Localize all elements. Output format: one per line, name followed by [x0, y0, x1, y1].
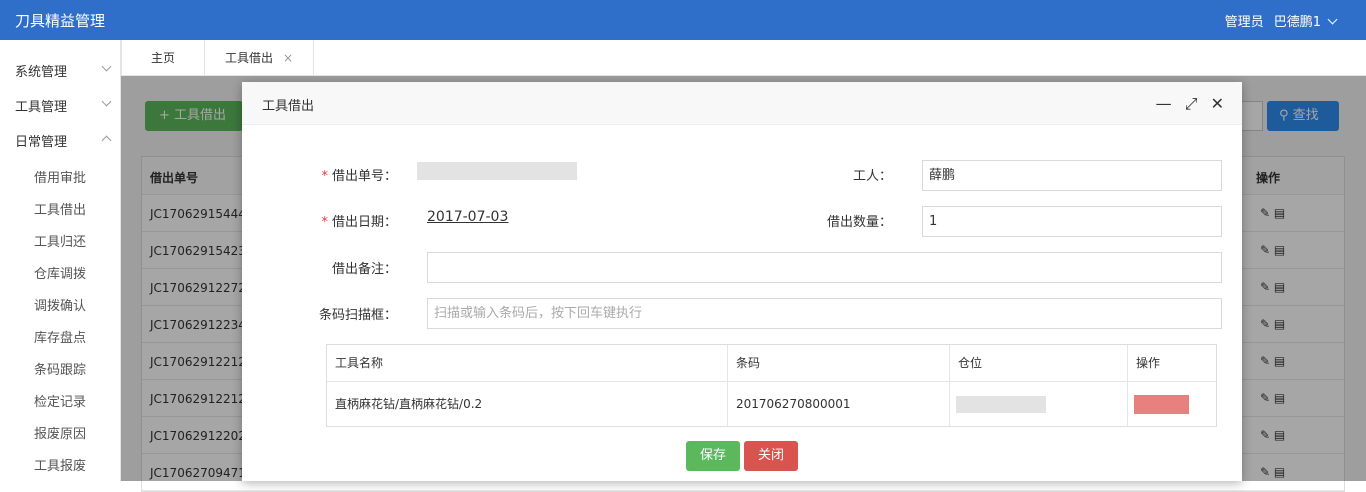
col-ops: 操作 — [1136, 356, 1161, 370]
sidebar-item-tool-lend[interactable]: 工具借出 — [34, 199, 86, 218]
save-button[interactable]: 保存 — [686, 441, 740, 471]
chevron-up-icon — [101, 135, 112, 146]
tool-location — [950, 382, 1128, 426]
tab-label: 工具借出 — [224, 51, 273, 65]
date-label: * 借出日期： — [302, 211, 397, 230]
delete-icon[interactable] — [1134, 395, 1189, 414]
chevron-down-icon — [1327, 14, 1338, 25]
sidebar-group-system[interactable]: 系统管理 — [15, 61, 112, 80]
worker-field[interactable]: 薛鹏 — [922, 160, 1222, 191]
dialog-controls: — ⤢ ✕ — [1148, 94, 1224, 114]
app-title: 刀具精益管理 — [15, 12, 106, 30]
sidebar-item-calibration[interactable]: 检定记录 — [34, 391, 86, 410]
close-button[interactable]: 关闭 — [744, 441, 798, 471]
close-icon[interactable]: × — [283, 51, 293, 65]
order-no-label: * 借出单号： — [302, 165, 397, 184]
row-ops — [1128, 382, 1216, 426]
sidebar: 系统管理 工具管理 日常管理 借用审批 工具借出 工具归还 仓库调拨 调拨确认 … — [0, 40, 121, 481]
barcode-input[interactable]: 扫描或输入条码后，按下回车键执行 — [427, 298, 1222, 329]
chevron-down-icon — [101, 61, 112, 72]
lend-dialog: 工具借出 — ⤢ ✕ * 借出单号： 工人： 薛鹏 * 借出日期： 2017-07-… — [242, 82, 1242, 481]
table-header: 工具名称 条码 仓位 操作 — [327, 345, 1216, 382]
date-field[interactable]: 2017-07-03 — [427, 209, 508, 225]
sidebar-item-stocktake[interactable]: 库存盘点 — [34, 327, 86, 346]
dialog-title: 工具借出 — [262, 99, 315, 114]
chevron-down-icon — [101, 96, 112, 107]
label-text: 借出单号： — [331, 169, 397, 184]
sidebar-item-borrow-approval[interactable]: 借用审批 — [34, 167, 86, 186]
barcode-label: 条码扫描框： — [318, 308, 397, 323]
tool-items-table: 工具名称 条码 仓位 操作 直柄麻花钻/直柄麻花钻/0.2 2017062708… — [326, 344, 1217, 427]
sidebar-item-tool-return[interactable]: 工具归还 — [34, 231, 86, 250]
user-name: 巴德鹏1 — [1273, 15, 1321, 30]
col-tool-name: 工具名称 — [327, 345, 728, 381]
tab-bar: 主页 工具借出 × — [121, 40, 1366, 76]
maximize-icon[interactable]: ⤢ — [1185, 94, 1198, 113]
sidebar-group-label: 工具管理 — [15, 100, 68, 115]
qty-label: 借出数量： — [826, 215, 892, 230]
worker-label: 工人： — [852, 169, 892, 184]
close-icon[interactable]: ✕ — [1211, 94, 1224, 113]
tool-barcode: 201706270800001 — [728, 382, 950, 426]
tab-label: 主页 — [150, 51, 175, 65]
required-mark: * — [321, 215, 328, 230]
label-text: 借出日期： — [331, 215, 397, 230]
tool-name: 直柄麻花钻/直柄麻花钻/0.2 — [327, 382, 728, 426]
remark-label: 借出备注： — [331, 262, 397, 277]
sidebar-item-barcode-track[interactable]: 条码跟踪 — [34, 359, 86, 378]
tab-home[interactable]: 主页 — [121, 40, 205, 76]
col-barcode: 条码 — [728, 345, 950, 381]
table-row: 直柄麻花钻/直柄麻花钻/0.2 201706270800001 — [327, 382, 1216, 426]
col-location: 仓位 — [950, 345, 1128, 381]
user-role: 管理员 — [1224, 15, 1264, 30]
sidebar-item-warehouse-transfer[interactable]: 仓库调拨 — [34, 263, 86, 282]
sidebar-item-scrap-reason[interactable]: 报废原因 — [34, 423, 86, 442]
user-menu[interactable]: 管理员 巴德鹏1 — [1219, 11, 1338, 30]
required-mark: * — [321, 169, 328, 184]
remark-field[interactable] — [427, 252, 1222, 283]
tab-tool-lend[interactable]: 工具借出 × — [205, 40, 314, 76]
sidebar-group-tools[interactable]: 工具管理 — [15, 96, 112, 115]
sidebar-group-label: 系统管理 — [15, 65, 68, 80]
sidebar-group-label: 日常管理 — [15, 135, 68, 150]
top-bar: 刀具精益管理 管理员 巴德鹏1 — [0, 0, 1366, 40]
sidebar-item-tool-scrap[interactable]: 工具报废 — [34, 455, 86, 474]
location-value — [956, 396, 1046, 413]
order-no-value — [417, 162, 577, 180]
qty-field[interactable]: 1 — [922, 206, 1222, 237]
minimize-icon[interactable]: — — [1156, 94, 1172, 113]
dialog-header: 工具借出 — ⤢ ✕ — [242, 82, 1242, 125]
sidebar-group-daily[interactable]: 日常管理 — [15, 131, 112, 150]
sidebar-item-transfer-confirm[interactable]: 调拨确认 — [34, 295, 86, 314]
